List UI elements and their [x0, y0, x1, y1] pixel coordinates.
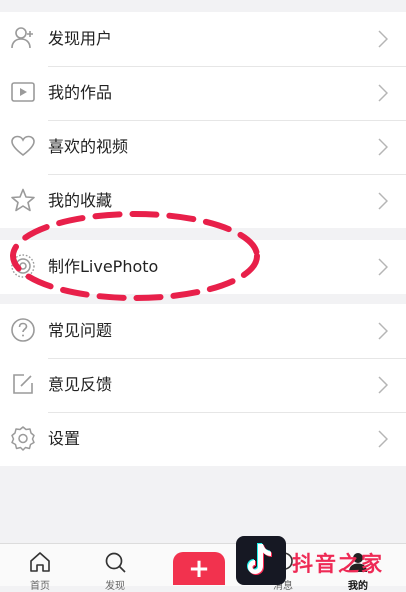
chevron-right-icon [378, 430, 388, 448]
chevron-right-icon [378, 376, 388, 394]
menu-item-label: 发现用户 [48, 29, 113, 48]
create-button[interactable]: + [173, 552, 225, 585]
feedback-icon [13, 374, 33, 394]
menu-item-label: 喜欢的视频 [48, 137, 129, 156]
menu-item-settings[interactable]: 设置 [0, 412, 406, 466]
menu-item-discover-users[interactable]: 发现用户 [0, 12, 406, 66]
annotation-ellipse [10, 211, 260, 301]
chevron-right-icon [378, 138, 388, 156]
create-button-label: + [188, 554, 210, 584]
search-icon [105, 552, 126, 573]
chevron-right-icon [378, 84, 388, 102]
menu-item-label: 常见问题 [48, 321, 113, 340]
menu-item-label: 我的作品 [48, 83, 113, 102]
menu-group-main: 发现用户 我的作品 喜欢的视频 我的收藏 [0, 12, 406, 228]
watermark-logo [236, 536, 286, 585]
chevron-right-icon [378, 322, 388, 340]
menu-item-my-works[interactable]: 我的作品 [0, 66, 406, 120]
menu-item-label: 意见反馈 [48, 375, 113, 394]
tab-home[interactable]: 首页 [10, 544, 70, 592]
chevron-right-icon [378, 30, 388, 48]
menu-item-label: 设置 [48, 429, 81, 448]
menu-item-feedback[interactable]: 意见反馈 [0, 358, 406, 412]
menu-group-help: 常见问题 意见反馈 设置 [0, 304, 406, 466]
tab-discover[interactable]: 发现 [85, 544, 145, 592]
play-box-icon [11, 82, 35, 102]
help-icon [11, 318, 35, 342]
heart-icon [11, 135, 35, 157]
tiktok-note-icon [247, 543, 272, 575]
settings-icon [11, 426, 35, 451]
menu-item-faq[interactable]: 常见问题 [0, 304, 406, 358]
home-icon [30, 552, 50, 572]
menu-item-liked-videos[interactable]: 喜欢的视频 [0, 120, 406, 174]
add-user-icon [11, 27, 33, 49]
watermark-text: 抖音之家 [292, 552, 384, 576]
